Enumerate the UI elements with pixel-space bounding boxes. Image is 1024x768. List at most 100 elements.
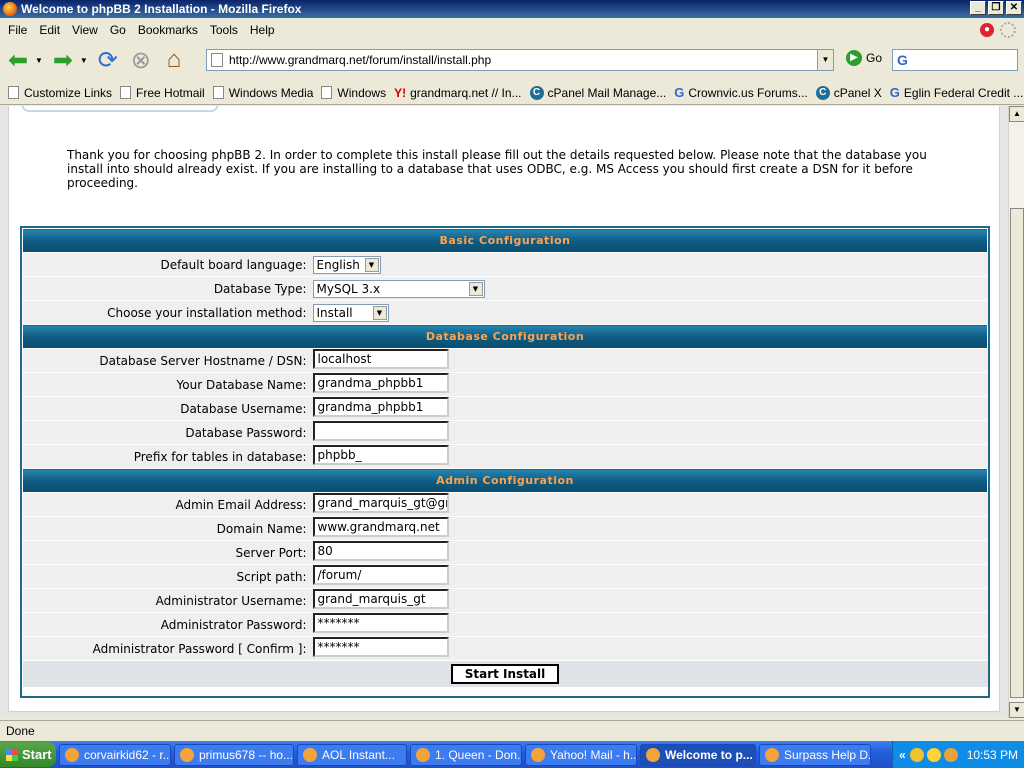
- navigation-toolbar: ⬅ ▼ ➡ ▼ ⟳ ⊗ ⌂ http://www.grandmarq.net/f…: [0, 42, 1024, 78]
- chevron-down-icon[interactable]: ▼: [372, 305, 387, 320]
- reload-icon[interactable]: ⟳: [93, 45, 123, 75]
- domain-label: Domain Name:: [22, 516, 313, 541]
- page-icon: [321, 86, 333, 99]
- bookmark-cpanel-mail[interactable]: CcPanel Mail Manage...: [529, 85, 666, 100]
- bookmark-cpanel-x[interactable]: CcPanel X: [815, 85, 882, 100]
- cpanel-icon: C: [815, 85, 830, 100]
- close-button[interactable]: ✕: [1006, 1, 1022, 15]
- windows-logo-icon: [6, 748, 18, 761]
- scroll-up-icon[interactable]: ▲: [1009, 106, 1024, 122]
- db-pass-label: Database Password:: [22, 420, 313, 445]
- taskbar-item[interactable]: Surpass Help D...: [759, 743, 871, 766]
- google-search-icon[interactable]: G: [897, 52, 908, 68]
- taskbar-item[interactable]: corvairkid62 - r...: [59, 743, 171, 766]
- maximize-button[interactable]: ❐: [988, 1, 1004, 15]
- script-path-label: Script path:: [22, 564, 313, 589]
- admin-password-confirm-label: Administrator Password [ Confirm ]:: [22, 636, 313, 661]
- clock: 10:53 PM: [966, 747, 1019, 762]
- bookmark-eglin[interactable]: G Eglin Federal Credit ...: [890, 85, 1024, 100]
- page-body: Thank you for choosing phpBB 2. In order…: [8, 106, 1000, 712]
- forward-history-dropdown-icon[interactable]: ▼: [80, 56, 88, 65]
- go-button[interactable]: ▶ Go: [846, 50, 882, 66]
- minimize-button[interactable]: _: [970, 1, 986, 15]
- menu-go[interactable]: Go: [104, 23, 132, 37]
- domain-input[interactable]: www.grandmarq.net: [312, 517, 449, 537]
- admin-username-label: Administrator Username:: [22, 588, 313, 613]
- aim-runner-icon: [303, 747, 317, 762]
- taskbar-item[interactable]: Yahoo! Mail - h...: [525, 743, 637, 766]
- scroll-down-icon[interactable]: ▼: [1009, 702, 1024, 718]
- status-bar: Done: [0, 720, 1024, 740]
- admin-password-confirm-input[interactable]: *******: [312, 637, 449, 657]
- forward-arrow-icon[interactable]: ➡: [48, 45, 78, 75]
- page-icon: [8, 86, 19, 99]
- start-button[interactable]: Start: [0, 742, 56, 767]
- bookmark-windows-media[interactable]: Windows Media: [212, 86, 313, 100]
- admin-config-header: Admin Configuration: [22, 468, 988, 493]
- admin-email-input[interactable]: grand_marquis_gt@gra: [312, 493, 449, 513]
- menu-view[interactable]: View: [66, 23, 104, 37]
- script-path-input[interactable]: /forum/: [312, 565, 449, 585]
- menu-edit[interactable]: Edit: [33, 23, 66, 37]
- google-icon: G: [674, 85, 685, 100]
- admin-password-input[interactable]: *******: [312, 613, 449, 633]
- port-input[interactable]: 80: [312, 541, 449, 561]
- db-pass-input[interactable]: [312, 421, 449, 441]
- db-prefix-label: Prefix for tables in database:: [22, 444, 313, 469]
- bookmarks-toolbar: Customize Links Free Hotmail Windows Med…: [0, 81, 1024, 105]
- scroll-thumb[interactable]: [1010, 208, 1024, 698]
- install-form: Basic Configuration Default board langua…: [20, 226, 990, 698]
- bookmark-crownvic[interactable]: G Crownvic.us Forums...: [674, 85, 807, 100]
- language-label: Default board language:: [22, 252, 313, 277]
- bookmark-grandmarq[interactable]: Y! grandmarq.net // In...: [394, 86, 521, 100]
- address-bar[interactable]: http://www.grandmarq.net/forum/install/i…: [206, 49, 834, 71]
- home-icon[interactable]: ⌂: [159, 45, 189, 75]
- chevron-down-icon[interactable]: ▼: [468, 281, 483, 296]
- bookmark-windows[interactable]: Windows: [321, 86, 386, 100]
- db-prefix-input[interactable]: phpbb_: [312, 445, 449, 465]
- db-host-input[interactable]: localhost: [312, 349, 449, 369]
- bookmark-customize-links[interactable]: Customize Links: [8, 86, 112, 100]
- taskbar-item[interactable]: AOL Instant...: [297, 743, 407, 766]
- firefox-icon: [765, 747, 779, 762]
- smiley-tray-icon[interactable]: [926, 747, 941, 762]
- bookmark-free-hotmail[interactable]: Free Hotmail: [120, 86, 205, 100]
- admin-username-input[interactable]: grand_marquis_gt: [312, 589, 449, 609]
- menu-file[interactable]: File: [2, 23, 33, 37]
- chevron-down-icon[interactable]: ▼: [364, 257, 379, 272]
- url-dropdown-icon[interactable]: ▼: [817, 50, 833, 70]
- language-select[interactable]: English ▼: [312, 255, 381, 274]
- back-history-dropdown-icon[interactable]: ▼: [35, 56, 43, 65]
- menu-bookmarks[interactable]: Bookmarks: [132, 23, 204, 37]
- menu-tools[interactable]: Tools: [204, 23, 244, 37]
- speaker-tray-icon[interactable]: [943, 747, 958, 762]
- page-icon: [212, 86, 224, 99]
- menu-help[interactable]: Help: [244, 23, 281, 37]
- aim-tray-icon[interactable]: [909, 747, 924, 762]
- dbtype-select[interactable]: MySQL 3.x ▼: [312, 279, 485, 298]
- vertical-scrollbar[interactable]: ▲ ▼: [1008, 106, 1024, 718]
- firefox-icon: [3, 2, 17, 16]
- throbber-icon: [1000, 22, 1016, 38]
- firefox-icon: [646, 747, 660, 762]
- taskbar-item[interactable]: 1. Queen - Don...: [410, 743, 522, 766]
- db-user-input[interactable]: grandma_phpbb1: [312, 397, 449, 417]
- cpanel-icon: C: [529, 85, 544, 100]
- stop-icon[interactable]: ⊗: [126, 45, 156, 75]
- method-select[interactable]: Install ▼: [312, 303, 389, 322]
- aim-icon: [65, 747, 79, 762]
- window-title: Welcome to phpBB 2 Installation - Mozill…: [21, 2, 302, 16]
- back-arrow-icon[interactable]: ⬅: [3, 45, 33, 75]
- search-input[interactable]: G: [892, 49, 1018, 71]
- tray-expand-icon[interactable]: «: [899, 748, 906, 762]
- content-viewport: Thank you for choosing phpBB 2. In order…: [0, 106, 1008, 718]
- admin-email-label: Admin Email Address:: [22, 492, 313, 517]
- taskbar-item[interactable]: primus678 -- ho...: [174, 743, 294, 766]
- taskbar: Start corvairkid62 - r... primus678 -- h…: [0, 741, 1024, 768]
- start-install-button[interactable]: Start Install: [450, 663, 560, 684]
- taskbar-item-active[interactable]: Welcome to p...: [640, 743, 756, 766]
- db-name-label: Your Database Name:: [22, 372, 313, 397]
- go-arrow-icon: ▶: [846, 50, 862, 66]
- db-name-input[interactable]: grandma_phpbb1: [312, 373, 449, 393]
- url-text[interactable]: http://www.grandmarq.net/forum/install/i…: [229, 53, 491, 67]
